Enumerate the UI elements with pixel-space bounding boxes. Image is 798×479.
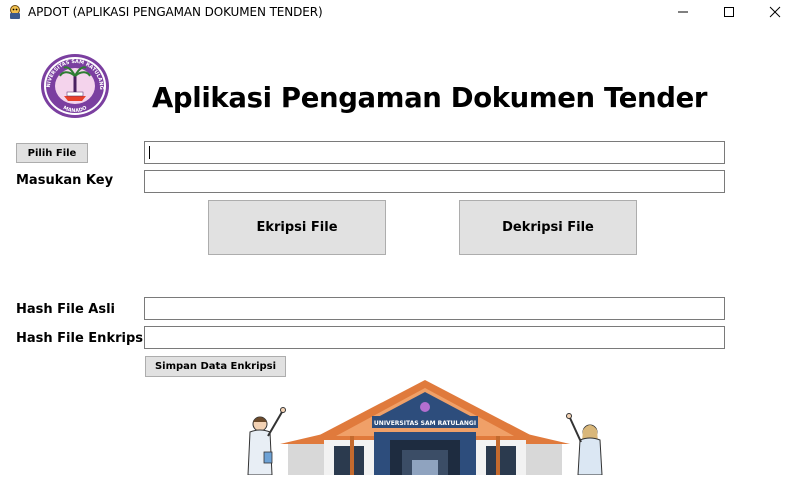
hash-encrypted-label: Hash File Enkripsi: [16, 331, 148, 346]
file-path-field[interactable]: [144, 141, 725, 164]
choose-file-button[interactable]: Pilih File: [16, 143, 88, 163]
encrypt-button[interactable]: Ekripsi File: [208, 200, 386, 255]
close-icon: [769, 6, 781, 18]
key-field[interactable]: [144, 170, 725, 193]
hash-original-label: Hash File Asli: [16, 302, 116, 317]
window-title: APDOT (APLIKASI PENGAMAN DOKUMEN TENDER): [28, 5, 323, 19]
minimize-button[interactable]: [660, 0, 706, 24]
maximize-icon: [724, 7, 734, 17]
minimize-icon: [678, 11, 688, 13]
hash-encrypted-field[interactable]: [144, 326, 725, 349]
page-title: Aplikasi Pengaman Dokumen Tender: [152, 82, 708, 114]
svg-text:UNIVERSITAS SAM RATULANGI: UNIVERSITAS SAM RATULANGI: [374, 420, 476, 427]
key-label: Masukan Key: [16, 173, 114, 188]
close-button[interactable]: [752, 0, 798, 24]
university-logo: UNIVERSITAS SAM RATULANGI MANADO: [36, 48, 112, 120]
app-icon: [7, 4, 23, 20]
person-left: [247, 407, 286, 476]
text-caret: [149, 146, 150, 159]
save-encryption-button[interactable]: Simpan Data Enkripsi: [145, 356, 286, 377]
maximize-button[interactable]: [706, 0, 752, 24]
person-right: [566, 413, 603, 476]
hash-original-field[interactable]: [144, 297, 725, 320]
window-title-bar: APDOT (APLIKASI PENGAMAN DOKUMEN TENDER): [0, 0, 798, 24]
decrypt-button[interactable]: Dekripsi File: [459, 200, 637, 255]
campus-illustration: UNIVERSITAS SAM RATULANGI: [240, 376, 610, 476]
